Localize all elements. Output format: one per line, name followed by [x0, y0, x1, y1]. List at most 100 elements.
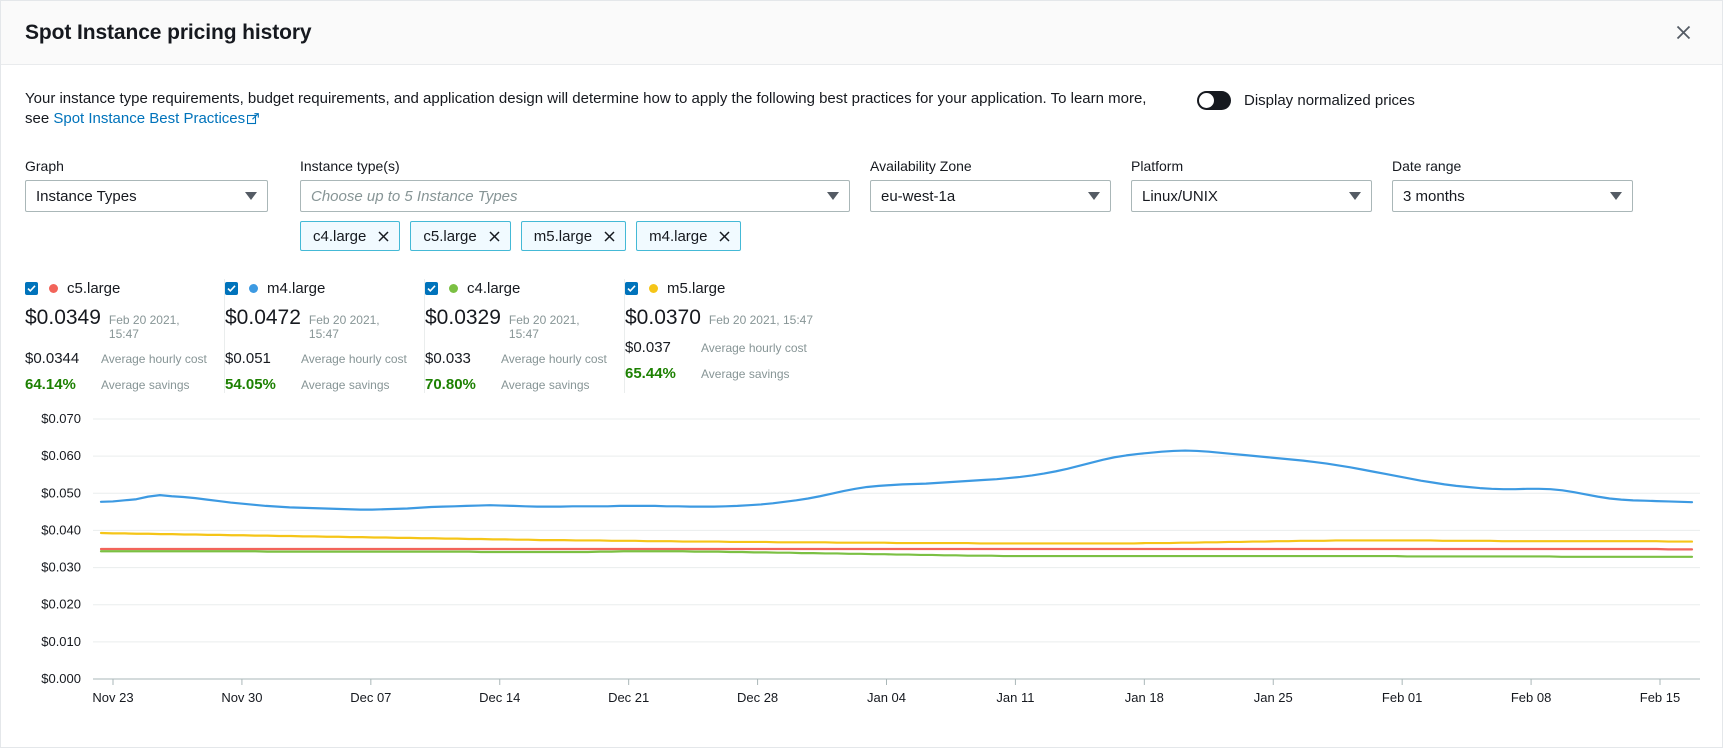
price-timestamp: Feb 20 2021, 15:47: [309, 313, 412, 341]
instance-type-tag: m5.large: [521, 221, 626, 251]
legend-card: c4.large $0.0329Feb 20 2021, 15:47 $0.033A…: [425, 279, 625, 393]
x-axis-tick-label: Feb 08: [1511, 690, 1551, 703]
series-legend: c5.large $0.0349 Feb 20 2021, 15:47 $0.0344…: [25, 279, 1698, 393]
legend-card: m5.large$0.0370Feb 20 2021, 15:47$0.037A…: [625, 279, 825, 393]
x-axis-tick-label: Nov 23: [92, 690, 133, 703]
instance-type-tag: c4.large: [300, 221, 400, 251]
legend-header: c5.large: [25, 279, 212, 297]
y-axis-tick-label: $0.060: [41, 448, 81, 463]
series-line-m5.large: [101, 533, 1692, 543]
spot-pricing-history-modal: Spot Instance pricing history Your insta…: [0, 0, 1723, 748]
series-checkbox[interactable]: [225, 282, 238, 295]
y-axis-tick-label: $0.000: [41, 671, 81, 686]
remove-tag-icon[interactable]: [718, 230, 731, 243]
date-range-select[interactable]: 3 months: [1392, 180, 1633, 212]
series-line-c4.large: [101, 551, 1692, 557]
platform-select[interactable]: Linux/UNIX: [1131, 180, 1372, 212]
chevron-down-icon: [1349, 192, 1361, 200]
series-name: c5.large: [67, 280, 120, 297]
average-hourly-cost-value: $0.033: [425, 350, 501, 367]
platform-filter: Platform Linux/UNIX: [1131, 158, 1372, 251]
x-axis-tick-label: Feb 01: [1382, 690, 1422, 703]
current-price-row: $0.0370Feb 20 2021, 15:47: [625, 306, 813, 330]
average-hourly-cost-value: $0.051: [225, 350, 301, 367]
instance-types-label: Instance type(s): [300, 158, 850, 174]
remove-tag-icon[interactable]: [488, 230, 501, 243]
legend-header: m5.large: [625, 279, 813, 297]
chevron-down-icon: [827, 192, 839, 200]
availability-zone-label: Availability Zone: [870, 158, 1111, 174]
series-checkbox[interactable]: [25, 282, 38, 295]
series-name: m5.large: [667, 280, 725, 297]
y-axis-tick-label: $0.020: [41, 597, 81, 612]
y-axis-tick-label: $0.070: [41, 413, 81, 426]
legend-header: c4.large: [425, 279, 612, 297]
instance-type-tag-label: m4.large: [649, 228, 707, 245]
selected-instance-type-tags: c4.large c5.large m5.large m4.large: [300, 221, 850, 251]
x-axis-tick-label: Dec 14: [479, 690, 520, 703]
average-hourly-cost-row: $0.0344Average hourly cost: [25, 350, 212, 367]
average-savings-label: Average savings: [101, 378, 190, 392]
average-hourly-cost-label: Average hourly cost: [101, 352, 207, 366]
remove-tag-icon[interactable]: [377, 230, 390, 243]
legend-header: m4.large: [225, 279, 412, 297]
intro-text: Your instance type requirements, budget …: [25, 89, 1160, 131]
instance-type-tag-label: c4.large: [313, 228, 366, 245]
average-savings-row: 54.05%Average savings: [225, 376, 412, 393]
remove-tag-icon[interactable]: [603, 230, 616, 243]
average-hourly-cost-label: Average hourly cost: [501, 352, 607, 366]
instance-type-tag-label: c5.large: [423, 228, 476, 245]
current-price-row: $0.0472Feb 20 2021, 15:47: [225, 306, 412, 341]
instance-types-placeholder: Choose up to 5 Instance Types: [311, 188, 819, 205]
modal-header: Spot Instance pricing history: [1, 1, 1722, 65]
series-checkbox[interactable]: [425, 282, 438, 295]
x-axis-tick-label: Jan 18: [1125, 690, 1164, 703]
series-color-dot: [249, 284, 258, 293]
x-axis-tick-label: Feb 15: [1640, 690, 1680, 703]
series-checkbox[interactable]: [625, 282, 638, 295]
x-axis-tick-label: Dec 07: [350, 690, 391, 703]
price-timestamp: Feb 20 2021, 15:47: [109, 313, 212, 341]
average-savings-value: 54.05%: [225, 376, 301, 393]
average-savings-label: Average savings: [701, 367, 790, 381]
average-hourly-cost-label: Average hourly cost: [701, 341, 807, 355]
y-axis-tick-label: $0.010: [41, 634, 81, 649]
normalized-prices-toggle-wrap: Display normalized prices: [1197, 89, 1415, 110]
current-price: $0.0370: [625, 306, 701, 330]
availability-zone-select[interactable]: eu-west-1a: [870, 180, 1111, 212]
average-hourly-cost-row: $0.051Average hourly cost: [225, 350, 412, 367]
series-name: m4.large: [267, 280, 325, 297]
average-savings-row: 70.80%Average savings: [425, 376, 612, 393]
series-color-dot: [49, 284, 58, 293]
y-axis-tick-label: $0.040: [41, 522, 81, 537]
average-savings-value: 70.80%: [425, 376, 501, 393]
series-name: c4.large: [467, 280, 520, 297]
average-savings-value: 64.14%: [25, 376, 101, 393]
x-axis-tick-label: Nov 30: [221, 690, 262, 703]
legend-card: m4.large $0.0472Feb 20 2021, 15:47 $0.051A…: [225, 279, 425, 393]
series-line-m4.large: [101, 451, 1692, 510]
current-price-row: $0.0329Feb 20 2021, 15:47: [425, 306, 612, 341]
x-axis-tick-label: Jan 25: [1254, 690, 1293, 703]
pricing-history-chart: $0.000$0.010$0.020$0.030$0.040$0.050$0.0…: [25, 413, 1698, 747]
current-price: $0.0349: [25, 306, 101, 330]
modal-body: Your instance type requirements, budget …: [1, 65, 1722, 747]
spot-best-practices-link[interactable]: Spot Instance Best Practices: [53, 110, 245, 127]
instance-types-select[interactable]: Choose up to 5 Instance Types: [300, 180, 850, 212]
availability-zone-filter: Availability Zone eu-west-1a: [870, 158, 1111, 251]
x-axis-tick-label: Jan 04: [867, 690, 906, 703]
filter-bar: Graph Instance Types Instance type(s) Ch…: [25, 158, 1698, 251]
platform-value: Linux/UNIX: [1142, 188, 1341, 205]
instance-types-filter: Instance type(s) Choose up to 5 Instance…: [300, 158, 850, 251]
display-normalized-prices-toggle[interactable]: [1197, 91, 1231, 110]
average-savings-label: Average savings: [301, 378, 390, 392]
average-hourly-cost-value: $0.0344: [25, 350, 101, 367]
instance-type-tag: m4.large: [636, 221, 741, 251]
average-savings-label: Average savings: [501, 378, 590, 392]
instance-type-tag-label: m5.large: [534, 228, 592, 245]
average-hourly-cost-row: $0.033Average hourly cost: [425, 350, 612, 367]
close-icon[interactable]: [1666, 16, 1700, 50]
average-savings-row: 65.44%Average savings: [625, 365, 813, 382]
graph-select[interactable]: Instance Types: [25, 180, 268, 212]
chevron-down-icon: [245, 192, 257, 200]
